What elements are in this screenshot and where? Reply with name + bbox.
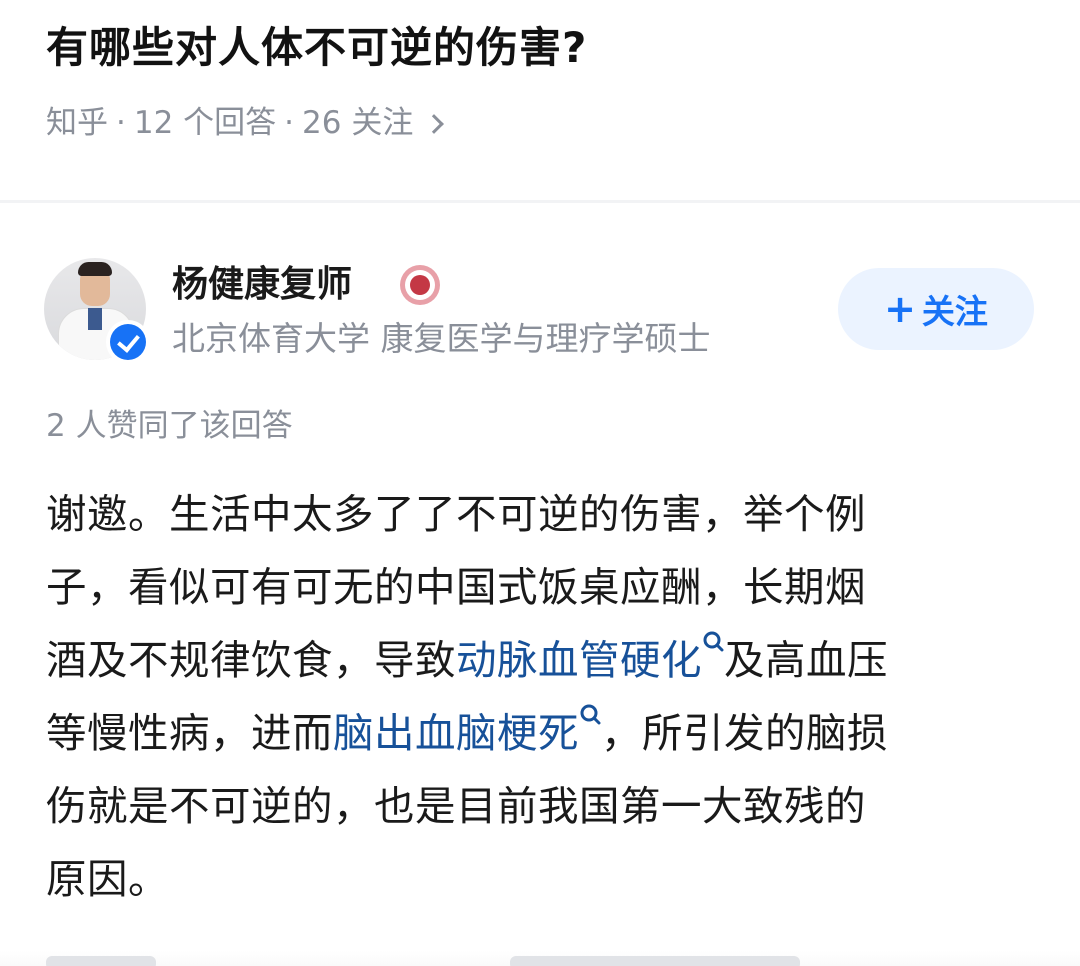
answer-line: 原因。	[46, 855, 169, 903]
search-icon[interactable]	[579, 703, 601, 733]
question-title[interactable]: 有哪些对人体不可逆的伤害?	[46, 18, 587, 78]
meta-separator: ·	[284, 105, 295, 141]
question-header[interactable]: 有哪些对人体不可逆的伤害? 知乎 · 12 个回答 · 26 关注	[0, 0, 1080, 200]
author-name[interactable]: 杨健康复师	[172, 262, 352, 308]
cut-off-footer	[0, 940, 1080, 966]
answer-text: 等慢性病，进而	[46, 709, 333, 757]
cut-off-footer-left	[46, 956, 156, 966]
answer-text: ，所引发的脑损	[601, 709, 888, 757]
section-divider	[0, 200, 1080, 203]
chevron-right-icon[interactable]	[424, 114, 445, 134]
meta-separator: ·	[116, 105, 126, 141]
honor-badge-icon[interactable]	[400, 265, 440, 305]
keyword-link-arteriosclerosis[interactable]: 动脉血管硬化	[456, 636, 702, 684]
answer-count: 12 个回答	[133, 105, 277, 141]
honor-badge-core	[410, 275, 430, 295]
answer-line: 酒及不规律饮食，导致动脉血管硬化 及高血压	[46, 624, 1036, 697]
avatar-hair	[78, 262, 112, 276]
answer-line: 谢邀。生活中太多了了不可逆的伤害，举个例	[46, 490, 866, 538]
question-meta[interactable]: 知乎 · 12 个回答 · 26 关注	[46, 100, 445, 146]
author-description: 北京体育大学 康复医学与理疗学硕士	[172, 319, 711, 358]
answer-text: 及高血压	[724, 636, 888, 684]
avatar-collar	[88, 308, 102, 330]
answer-text: 酒及不规律饮食，导致	[46, 636, 456, 684]
verified-check-icon	[106, 320, 150, 364]
follow-button[interactable]: + 关注	[838, 268, 1034, 350]
answer-line: 伤就是不可逆的，也是目前我国第一大致残的	[46, 782, 866, 830]
plus-icon: +	[884, 287, 916, 331]
answer-line: 子，看似可有可无的中国式饭桌应酬，长期烟	[46, 563, 866, 611]
follow-label: 关注	[921, 292, 988, 331]
answer-body[interactable]: 谢邀。生活中太多了了不可逆的伤害，举个例 子，看似可有可无的中国式饭桌应酬，长期…	[46, 478, 1036, 916]
source-label: 知乎	[46, 105, 108, 141]
keyword-link-stroke[interactable]: 脑出血脑梗死	[333, 709, 579, 757]
vote-summary[interactable]: 2 人赞同了该回答	[46, 403, 293, 449]
answer-line: 等慢性病，进而脑出血脑梗死 ，所引发的脑损	[46, 697, 1036, 770]
follower-count: 26 关注	[302, 105, 414, 141]
search-icon[interactable]	[702, 630, 724, 660]
cut-off-footer-right	[510, 956, 800, 966]
